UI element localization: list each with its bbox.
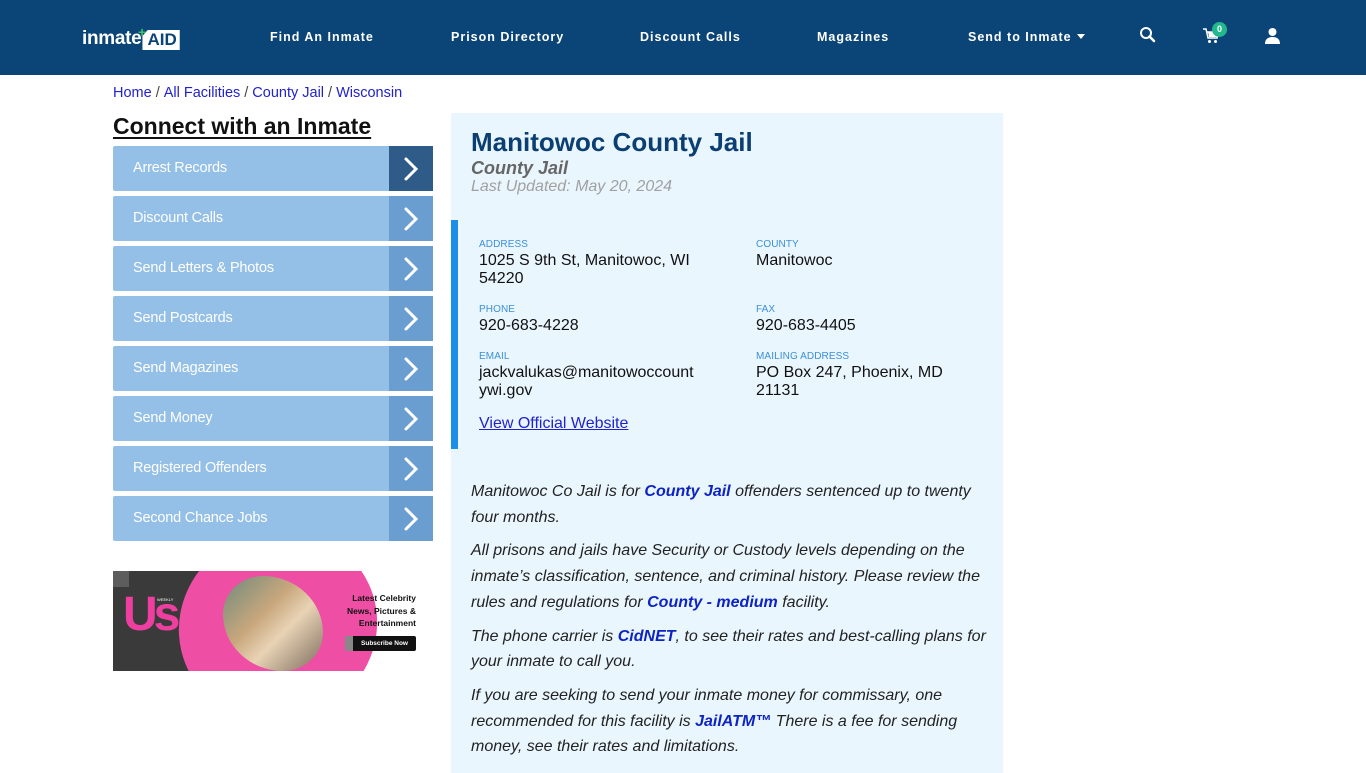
ad-tagline-line: News, Pictures & bbox=[347, 605, 416, 616]
sidebar-item-arrest-records[interactable]: Arrest Records bbox=[113, 146, 433, 191]
facility-type: County Jail bbox=[471, 158, 569, 178]
nav-send-to-inmate[interactable]: Send to Inmate bbox=[968, 30, 1085, 44]
sidebar-menu: Arrest Records Discount Calls Send Lette… bbox=[113, 146, 433, 546]
mailing-address-field: MAILING ADDRESS PO Box 247, Phoenix, MD … bbox=[756, 351, 996, 400]
county-medium-link[interactable]: County - medium bbox=[647, 594, 778, 611]
chevron-right-icon bbox=[389, 496, 433, 541]
chevron-right-icon bbox=[389, 346, 433, 391]
email-field: EMAIL jackvalukas@manitowoccountywi.gov bbox=[479, 351, 719, 400]
chevron-right-icon bbox=[389, 446, 433, 491]
cidnet-link[interactable]: CidNET bbox=[618, 628, 676, 645]
search-icon[interactable] bbox=[1139, 26, 1161, 48]
description-paragraph: All prisons and jails have Security or C… bbox=[471, 538, 993, 615]
jailatm-link[interactable]: JailATM™ bbox=[695, 713, 771, 730]
fax-field: FAX 920-683-4405 bbox=[756, 304, 996, 335]
address-field: ADDRESS 1025 S 9th St, Manitowoc, WI 542… bbox=[479, 239, 719, 288]
facility-panel: Manitowoc County Jail County Jail Last U… bbox=[451, 113, 1003, 773]
logo-text: inmate bbox=[82, 28, 142, 49]
sidebar-item-label: Discount Calls bbox=[133, 210, 223, 226]
nav-magazines[interactable]: Magazines bbox=[817, 30, 889, 44]
ad-tagline: Latest Celebrity News, Pictures & Entert… bbox=[336, 592, 416, 630]
phone-label: PHONE bbox=[479, 304, 516, 315]
sidebar-item-label: Send Money bbox=[133, 410, 213, 426]
cart-count-badge: 0 bbox=[1212, 22, 1227, 37]
last-updated: Last Updated: May 20, 2024 bbox=[471, 178, 673, 195]
description-paragraph: The phone carrier is CidNET, to see thei… bbox=[471, 624, 993, 675]
breadcrumb: Home / All Facilities / County Jail / Wisconsi… bbox=[113, 85, 402, 101]
user-icon[interactable] bbox=[1265, 27, 1287, 49]
logo-plus-icon: + bbox=[138, 24, 147, 40]
email-value: jackvalukas@manitowoccountywi.gov bbox=[479, 364, 694, 399]
nav-prison-directory[interactable]: Prison Directory bbox=[451, 30, 564, 44]
breadcrumb-separator: / bbox=[328, 85, 333, 101]
description-paragraph: If you are seeking to send your inmate m… bbox=[471, 683, 993, 760]
breadcrumb-separator: / bbox=[155, 85, 160, 101]
nav-find-an-inmate[interactable]: Find An Inmate bbox=[270, 30, 374, 44]
chevron-right-icon bbox=[389, 396, 433, 441]
sidebar-item-label: Send Letters & Photos bbox=[133, 260, 274, 276]
sidebar-item-send-money[interactable]: Send Money bbox=[113, 396, 433, 441]
address-label: ADDRESS bbox=[479, 239, 529, 250]
county-field: COUNTY Manitowoc bbox=[756, 239, 996, 270]
sidebar-item-discount-calls[interactable]: Discount Calls bbox=[113, 196, 433, 241]
ad-brand-sub: WEEKLY bbox=[157, 597, 174, 602]
county-jail-link[interactable]: County Jail bbox=[644, 483, 730, 500]
sidebar-item-label: Arrest Records bbox=[133, 160, 227, 176]
sidebar-item-label: Second Chance Jobs bbox=[133, 510, 268, 526]
chevron-right-icon bbox=[389, 296, 433, 341]
county-label: COUNTY bbox=[756, 239, 799, 250]
sidebar-item-second-chance-jobs[interactable]: Second Chance Jobs bbox=[113, 496, 433, 541]
fax-value: 920-683-4405 bbox=[756, 317, 856, 334]
fax-label: FAX bbox=[756, 304, 776, 315]
address-value: 1025 S 9th St, Manitowoc, WI 54220 bbox=[479, 252, 690, 287]
description-text: Manitowoc Co Jail is for bbox=[471, 483, 645, 500]
ad-tagline-line: Latest Celebrity bbox=[352, 593, 416, 603]
breadcrumb-separator: / bbox=[244, 85, 249, 101]
ad-tagline-line: Entertainment bbox=[358, 618, 416, 628]
view-official-website-link[interactable]: View Official Website bbox=[479, 415, 628, 433]
description-paragraph: Manitowoc Co Jail is for County Jail off… bbox=[471, 479, 993, 530]
connect-with-inmate-heading: Connect with an Inmate bbox=[113, 113, 372, 139]
caret-down-icon bbox=[1076, 34, 1085, 39]
chevron-right-icon bbox=[389, 196, 433, 241]
ad-corner-square bbox=[113, 571, 129, 587]
email-label: EMAIL bbox=[479, 351, 510, 362]
breadcrumb-county-jail[interactable]: County Jail bbox=[252, 85, 324, 101]
top-navigation-bar: inmate AID + Find An Inmate Prison Direc… bbox=[0, 0, 1366, 75]
breadcrumb-home[interactable]: Home bbox=[113, 85, 152, 101]
sidebar-item-send-postcards[interactable]: Send Postcards bbox=[113, 296, 433, 341]
chevron-right-icon bbox=[389, 246, 433, 291]
sidebar-item-label: Registered Offenders bbox=[133, 460, 267, 476]
breadcrumb-wisconsin[interactable]: Wisconsin bbox=[336, 85, 402, 101]
chevron-right-icon bbox=[389, 146, 433, 191]
sidebar-item-send-magazines[interactable]: Send Magazines bbox=[113, 346, 433, 391]
us-weekly-ad-banner[interactable]: Us WEEKLY Latest Celebrity News, Picture… bbox=[113, 571, 416, 671]
logo-box-text: AID bbox=[142, 30, 180, 50]
sidebar-item-send-letters-photos[interactable]: Send Letters & Photos bbox=[113, 246, 433, 291]
ad-subscribe-button[interactable]: Subscribe Now bbox=[345, 636, 416, 651]
facility-description: Manitowoc Co Jail is for County Jail off… bbox=[471, 479, 993, 768]
sidebar-item-label: Send Magazines bbox=[133, 360, 239, 376]
county-value: Manitowoc bbox=[756, 252, 833, 269]
mailing-address-label: MAILING ADDRESS bbox=[756, 351, 850, 362]
sidebar-item-registered-offenders[interactable]: Registered Offenders bbox=[113, 446, 433, 491]
description-text: facility. bbox=[777, 593, 830, 611]
mailing-address-value: PO Box 247, Phoenix, MD 21131 bbox=[756, 364, 943, 399]
breadcrumb-all-facilities[interactable]: All Facilities bbox=[164, 85, 241, 101]
facility-info-block: ADDRESS 1025 S 9th St, Manitowoc, WI 542… bbox=[451, 220, 1003, 449]
nav-send-to-inmate-label: Send to Inmate bbox=[968, 30, 1072, 44]
phone-field: PHONE 920-683-4228 bbox=[479, 304, 719, 335]
facility-name: Manitowoc County Jail bbox=[471, 127, 753, 157]
description-text: The phone carrier is bbox=[471, 627, 618, 645]
phone-value: 920-683-4228 bbox=[479, 317, 579, 334]
sidebar-item-label: Send Postcards bbox=[133, 310, 233, 326]
nav-discount-calls[interactable]: Discount Calls bbox=[640, 30, 741, 44]
inmateaid-logo[interactable]: inmate AID bbox=[82, 26, 180, 50]
